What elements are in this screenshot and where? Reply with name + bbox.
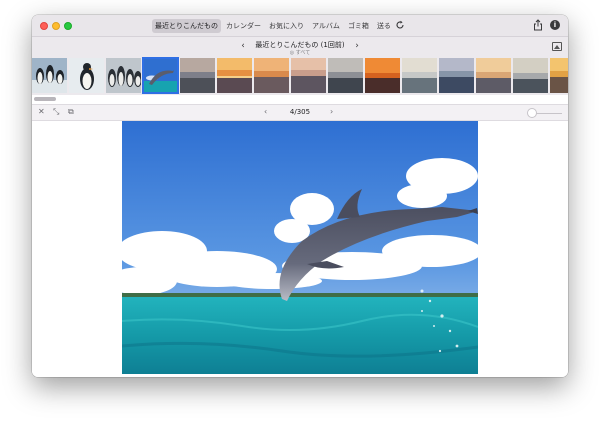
- thumbnail-penguins-crowd[interactable]: [106, 58, 141, 93]
- photo-counter: 4/305: [289, 108, 311, 116]
- thumbnail-sunset-orange-2[interactable]: [254, 58, 289, 93]
- thumbnail-sea-pale[interactable]: [402, 58, 437, 93]
- viewer-toolbar: ✕ ⤡ ⧉ ‹ 4/305 ›: [32, 104, 568, 121]
- thumbnail-sunset-red[interactable]: [365, 58, 400, 93]
- next-photo-button[interactable]: ›: [330, 107, 333, 116]
- share-icon[interactable]: [533, 19, 543, 31]
- thumbnail-sea-blue[interactable]: [439, 58, 474, 93]
- minimize-window-button[interactable]: [52, 22, 60, 30]
- thumbnail-sunset-sea-dark[interactable]: [180, 58, 215, 93]
- title-bar: 最近とりこんだもの カレンダー お気に入り アルバム ゴミ箱 送る i: [32, 15, 568, 37]
- photo-viewer: [32, 121, 568, 377]
- thumbnail-strip: [32, 57, 568, 95]
- thumbnail-sunset-gold[interactable]: [550, 58, 568, 93]
- album-filter[interactable]: ◎ すべて: [32, 49, 568, 56]
- close-window-button[interactable]: [40, 22, 48, 30]
- thumbnail-sea-grey[interactable]: [328, 58, 363, 93]
- photos-window: 最近とりこんだもの カレンダー お気に入り アルバム ゴミ箱 送る i ‹ 最近…: [32, 15, 568, 377]
- picture-icon[interactable]: [552, 42, 562, 51]
- album-next-button[interactable]: ›: [352, 41, 362, 51]
- thumbnail-penguin-single[interactable]: [69, 58, 104, 93]
- refresh-icon[interactable]: [395, 20, 405, 30]
- zoom-slider-knob[interactable]: [527, 108, 537, 118]
- thumbnail-sunset-glow[interactable]: [476, 58, 511, 93]
- thumbnail-sunset-orange[interactable]: [217, 58, 252, 93]
- view-tabs: 最近とりこんだもの カレンダー お気に入り アルバム ゴミ箱 送る: [152, 19, 394, 33]
- info-icon[interactable]: i: [550, 20, 560, 30]
- tab-albums[interactable]: アルバム: [309, 19, 343, 33]
- thumbnail-scrollbar[interactable]: [34, 97, 56, 101]
- thumbnail-penguins-group[interactable]: [32, 58, 67, 93]
- tab-favorites[interactable]: お気に入り: [266, 19, 307, 33]
- tab-calendar[interactable]: カレンダー: [223, 19, 264, 33]
- tab-recent-imports[interactable]: 最近とりこんだもの: [152, 19, 221, 33]
- thumbnail-sunset-pink[interactable]: [291, 58, 326, 93]
- tab-trash[interactable]: ゴミ箱: [345, 19, 372, 33]
- maximize-window-button[interactable]: [64, 22, 72, 30]
- dolphin-photo[interactable]: [122, 121, 478, 374]
- thumbnail-sea-horizon[interactable]: [513, 58, 548, 93]
- album-header: ‹ 最近とりこんだもの (1回前) ◎ すべて ›: [32, 37, 568, 57]
- thumbnail-dolphin[interactable]: [142, 57, 179, 94]
- tab-send[interactable]: 送る: [374, 19, 394, 33]
